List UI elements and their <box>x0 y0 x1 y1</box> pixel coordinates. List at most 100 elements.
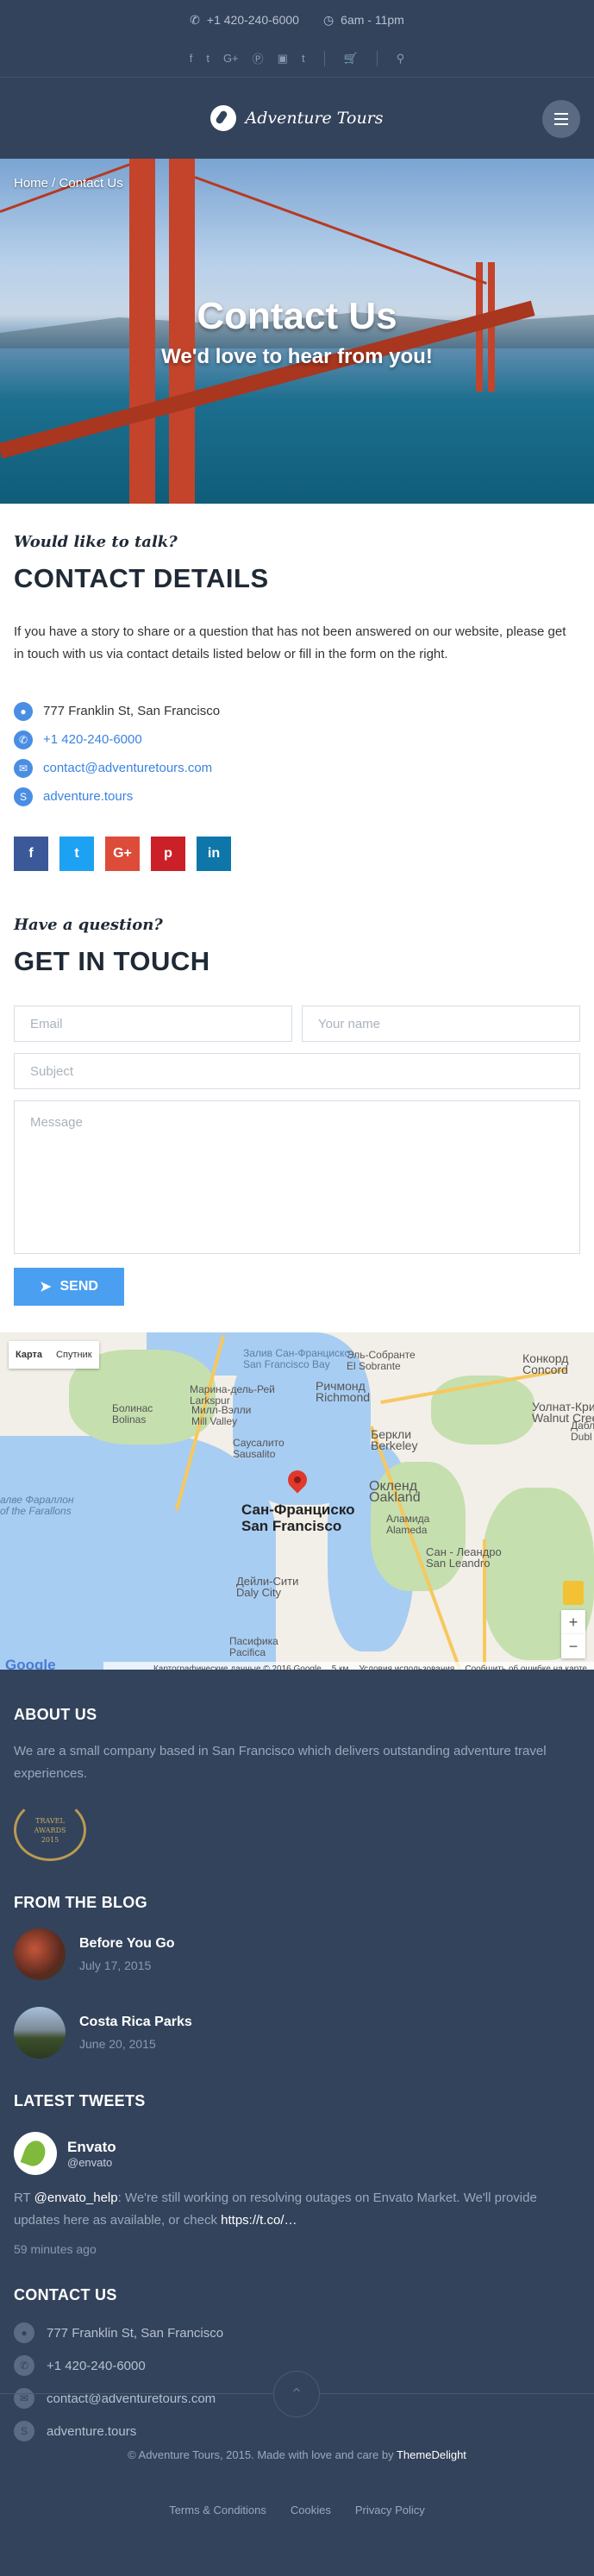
message-field[interactable]: Message <box>14 1100 580 1254</box>
footer-address: ● 777 Franklin St, San Francisco <box>14 2316 223 2349</box>
site-footer: ABOUT US We are a small company based in… <box>0 1670 594 2576</box>
footer-skype[interactable]: S adventure.tours <box>14 2415 223 2448</box>
footer-phone[interactable]: ✆ +1 420-240-6000 <box>14 2349 223 2382</box>
map-label-city: Сан-Франциско San Francisco <box>241 1501 355 1534</box>
site-logo[interactable]: Adventure Tours <box>210 105 384 131</box>
map-view-button[interactable]: Карта <box>9 1341 49 1369</box>
bridge-cable <box>194 176 487 285</box>
copyright: © Adventure Tours, 2015. Made with love … <box>128 2448 466 2461</box>
map-label: Дейли-Сити Daly City <box>236 1575 299 1599</box>
divider <box>323 50 325 66</box>
google-plus-icon[interactable]: G+ <box>223 52 239 65</box>
brand-row: Adventure Tours <box>0 78 594 159</box>
contact-intro: If you have a story to share or a questi… <box>14 624 566 661</box>
travel-awards-badge: TRAVEL AWARDS 2015 <box>14 1799 86 1861</box>
clock-icon: ◷ <box>322 12 335 27</box>
cookies-link[interactable]: Cookies <box>291 2504 331 2516</box>
contact-skype[interactable]: S adventure.tours <box>14 782 578 811</box>
map-label: Саусалито Sausalito <box>233 1437 284 1460</box>
cart-icon[interactable]: 🛒 <box>344 52 358 66</box>
menu-button[interactable] <box>542 100 580 138</box>
site-header: ✆ +1 420-240-6000 ◷ 6am - 11pm f t G+ Ⓟ … <box>0 0 594 159</box>
map-type-toggle: Карта Спутник <box>9 1341 99 1369</box>
tweets-title: LATEST TWEETS <box>14 2092 146 2109</box>
instagram-icon[interactable]: ▣ <box>278 52 288 66</box>
header-hours: ◷ 6am - 11pm <box>322 12 404 28</box>
page-subtitle: We'd love to hear from you! <box>161 345 433 368</box>
footer-links: Terms & Conditions Cookies Privacy Polic… <box>0 2504 594 2516</box>
map-label: Болинас Bolinas <box>112 1402 153 1426</box>
map-label: Пасифика Pacifica <box>229 1635 278 1658</box>
blog-post[interactable]: Before You Go July 17, 2015 <box>14 1928 175 1980</box>
facebook-icon[interactable]: f <box>190 52 193 65</box>
twitter-icon[interactable]: t <box>59 837 94 871</box>
compass-icon <box>210 105 237 131</box>
tweet-text: RT @envato_help: We're still working on … <box>14 2191 537 2228</box>
contact-info-list: ● 777 Franklin St, San Francisco ✆ +1 42… <box>14 697 578 811</box>
map-label: Беркли Berkeley <box>371 1427 418 1452</box>
skype-icon: S <box>14 787 33 806</box>
chevron-up-icon: ⌃ <box>290 2385 303 2403</box>
send-button[interactable]: ➤ SEND <box>14 1268 124 1306</box>
map-label: Эль-Собранте El Sobrante <box>347 1349 416 1372</box>
page-title: Contact Us <box>197 295 397 337</box>
tweet-author[interactable]: Envato @envato <box>14 2132 116 2175</box>
location-map[interactable]: Карта Спутник Залив Сан-Франциско San Fra… <box>0 1332 594 1676</box>
tumblr-icon[interactable]: t <box>302 52 305 65</box>
form-kicker: Have a question? <box>14 916 163 934</box>
twitter-icon[interactable]: t <box>206 52 209 65</box>
linkedin-icon[interactable]: in <box>197 837 231 871</box>
header-social-bar: f t G+ Ⓟ ▣ t 🛒 ⚲ <box>0 40 594 78</box>
contact-phone[interactable]: ✆ +1 420-240-6000 <box>14 725 578 754</box>
google-plus-icon[interactable]: G+ <box>105 837 140 871</box>
satellite-view-button[interactable]: Спутник <box>49 1341 98 1369</box>
divider <box>376 50 378 66</box>
scroll-to-top-button[interactable]: ⌃ <box>273 2371 320 2417</box>
footer-email[interactable]: ✉ contact@adventuretours.com <box>14 2382 223 2415</box>
hamburger-icon <box>554 113 568 115</box>
phone-icon: ✆ <box>190 12 200 27</box>
pinterest-icon[interactable]: Ⓟ <box>253 50 264 66</box>
social-links: f t G+ p in <box>14 837 231 871</box>
search-icon[interactable]: ⚲ <box>397 52 405 66</box>
name-field[interactable]: Your name <box>302 1006 580 1042</box>
terms-link[interactable]: Terms & Conditions <box>169 2504 266 2516</box>
footer-contact-list: ● 777 Franklin St, San Francisco ✆ +1 42… <box>14 2316 223 2448</box>
pinterest-icon[interactable]: p <box>151 837 185 871</box>
map-label: Сан - Леандро San Leandro <box>426 1545 502 1570</box>
street-view-pegman-icon[interactable] <box>563 1581 584 1605</box>
phone-icon: ✆ <box>14 2355 34 2376</box>
blog-post[interactable]: Costa Rica Parks June 20, 2015 <box>14 2007 192 2059</box>
post-thumbnail[interactable] <box>14 1928 66 1980</box>
map-marker-icon: ● <box>14 2322 34 2343</box>
map-label: Конкорд Concord <box>522 1351 569 1376</box>
zoom-in-button[interactable]: + <box>561 1610 585 1634</box>
subject-field[interactable]: Subject <box>14 1053 580 1089</box>
tweet-time: 59 minutes ago <box>14 2242 97 2256</box>
contact-kicker: Would like to talk? <box>14 533 178 551</box>
facebook-icon[interactable]: f <box>14 837 48 871</box>
about-text: We are a small company based in San Fran… <box>14 1744 547 1781</box>
privacy-link[interactable]: Privacy Policy <box>355 2504 425 2516</box>
header-phone[interactable]: ✆ +1 420-240-6000 <box>190 13 299 28</box>
about-title: ABOUT US <box>14 1706 97 1723</box>
map-label: Ричмонд Richmond <box>316 1379 371 1404</box>
post-thumbnail[interactable] <box>14 2007 66 2059</box>
paper-plane-icon: ➤ <box>40 1280 52 1294</box>
tweet-link[interactable]: https://t.co/… <box>221 2213 297 2228</box>
zoom-out-button[interactable]: − <box>561 1634 585 1658</box>
map-label: Дабл Dubl <box>571 1420 594 1443</box>
envato-avatar[interactable] <box>14 2132 57 2175</box>
skype-icon: S <box>14 2421 34 2441</box>
contact-email[interactable]: ✉ contact@adventuretours.com <box>14 754 578 782</box>
phone-icon: ✆ <box>14 730 33 749</box>
footer-contact-title: CONTACT US <box>14 2286 117 2303</box>
get-in-touch-title: GET IN TOUCH <box>14 946 210 976</box>
breadcrumb[interactable]: Home / Contact Us <box>14 176 123 191</box>
themedelight-link[interactable]: ThemeDelight <box>397 2448 466 2461</box>
tweet-mention[interactable]: @envato_help <box>34 2191 118 2205</box>
top-info-bar: ✆ +1 420-240-6000 ◷ 6am - 11pm <box>0 0 594 40</box>
map-label: Залив Сан-Франциско San Francisco Bay <box>243 1347 351 1370</box>
email-field[interactable]: Email <box>14 1006 292 1042</box>
map-label: алве Фараллон of the Farallons <box>0 1494 74 1517</box>
